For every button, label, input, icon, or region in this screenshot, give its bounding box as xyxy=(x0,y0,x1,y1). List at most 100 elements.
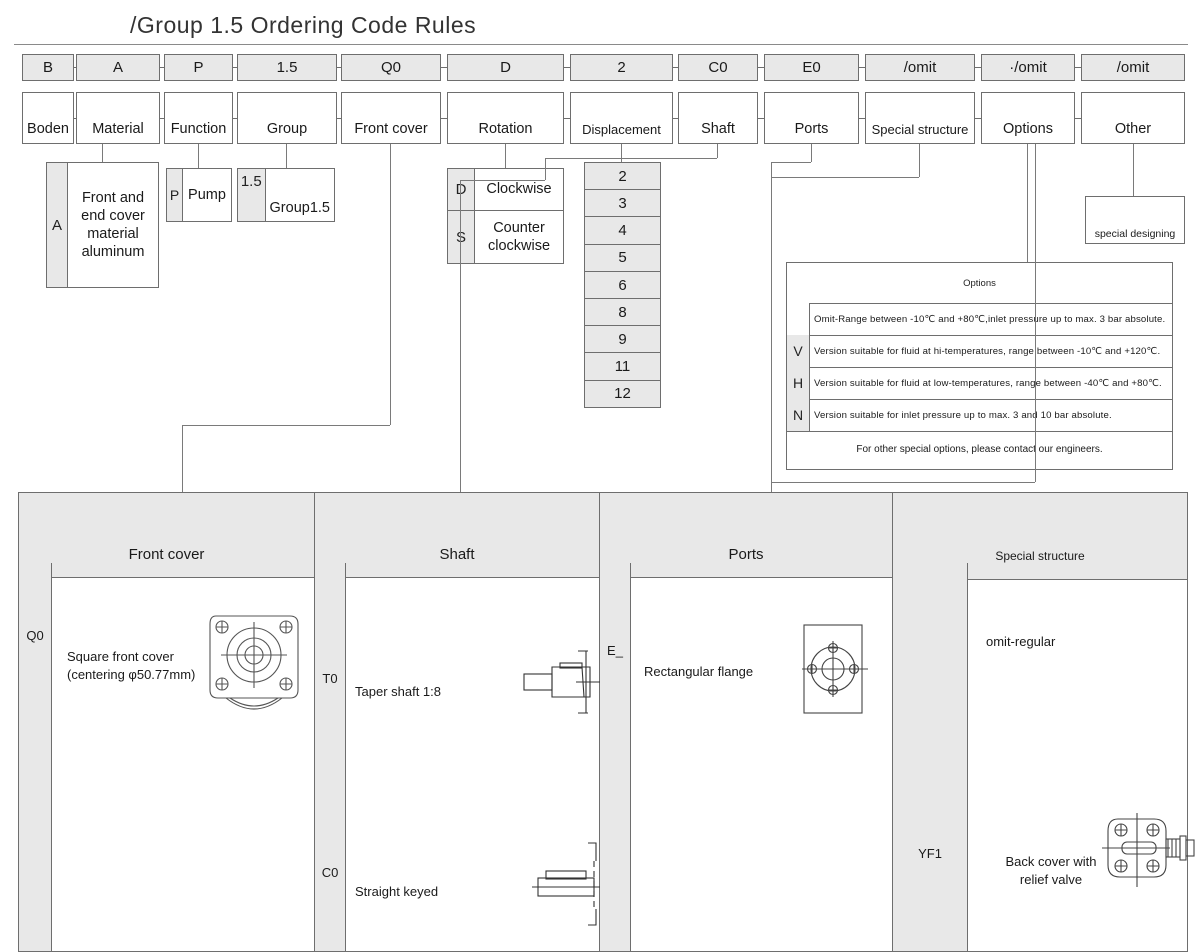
field-box-5[interactable]: Rotation xyxy=(447,92,564,144)
options-row-2: H Version suitable for fluid at low-temp… xyxy=(787,367,1172,400)
front-cover-key-column xyxy=(19,563,52,951)
special-designing-box: special designing xyxy=(1085,196,1185,244)
connector-segment-20 xyxy=(1027,144,1028,262)
connector-segment-3 xyxy=(505,144,506,168)
displacement-value-2[interactable]: 4 xyxy=(584,216,661,245)
code-box-8[interactable]: E0 xyxy=(764,54,859,81)
title-divider xyxy=(14,44,1188,45)
connector-segment-19 xyxy=(771,482,1035,483)
field-box-7[interactable]: Shaft xyxy=(678,92,758,144)
field-box-8[interactable]: Ports xyxy=(764,92,859,144)
displacement-value-8[interactable]: 12 xyxy=(584,380,661,409)
field-box-2[interactable]: Function xyxy=(164,92,233,144)
displacement-value-stack: 23456891112 xyxy=(584,162,661,408)
displacement-value-5[interactable]: 8 xyxy=(584,298,661,327)
field-box-9[interactable]: Special structure xyxy=(865,92,975,144)
connector-segment-0 xyxy=(102,144,103,162)
shaft-label-1: Straight keyed xyxy=(355,883,505,901)
options-row-1: V Version suitable for fluid at hi-tempe… xyxy=(787,335,1172,368)
field-box-10[interactable]: Options xyxy=(981,92,1075,144)
field-box-11[interactable]: Other xyxy=(1081,92,1185,144)
displacement-value-1[interactable]: 3 xyxy=(584,189,661,218)
rectangular-flange-drawing xyxy=(800,621,870,717)
section-header-ports: Ports xyxy=(600,493,892,578)
options-row-key-3: N xyxy=(787,399,810,431)
rotation-row-value-1: Counterclockwise xyxy=(475,211,563,263)
ports-key-0: E_ xyxy=(600,643,630,658)
code-box-11[interactable]: /omit xyxy=(1081,54,1185,81)
code-box-5[interactable]: D xyxy=(447,54,564,81)
connector-segment-9 xyxy=(545,158,717,159)
detail-panel: Front cover Q0 Square front cover(center… xyxy=(18,492,1188,952)
connector-segment-13 xyxy=(811,144,812,162)
connector-segment-17 xyxy=(771,177,919,178)
group-detail-value: Group1.5 xyxy=(266,169,334,221)
code-box-9[interactable]: /omit xyxy=(865,54,975,81)
options-row-key-1: V xyxy=(787,335,810,367)
options-row-text-1: Version suitable for fluid at hi-tempera… xyxy=(810,335,1172,367)
displacement-value-4[interactable]: 6 xyxy=(584,271,661,300)
function-detail-value: Pump xyxy=(183,169,231,221)
section-special-structure: Special structure omit-regular YF1 Back … xyxy=(893,493,1187,951)
options-table: Options Omit-Range between -10℃ and +80℃… xyxy=(786,262,1173,470)
options-row-text-2: Version suitable for fluid at low-temper… xyxy=(810,367,1172,399)
code-box-6[interactable]: 2 xyxy=(570,54,673,81)
special-structure-key-1: YF1 xyxy=(893,846,967,861)
connector-segment-14 xyxy=(771,162,811,163)
field-box-6[interactable]: Displacement xyxy=(570,92,673,144)
group-detail-table: 1.5 Group1.5 xyxy=(237,168,335,222)
rotation-row-key-1: S xyxy=(448,211,475,263)
rotation-detail-table: D Clockwise S Counterclockwise xyxy=(447,168,564,264)
options-row-key-0 xyxy=(787,303,810,335)
displacement-value-7[interactable]: 11 xyxy=(584,352,661,381)
displacement-value-3[interactable]: 5 xyxy=(584,244,661,273)
material-detail-table: A Front andend covermaterialaluminum xyxy=(46,162,159,288)
code-box-4[interactable]: Q0 xyxy=(341,54,441,81)
field-box-0[interactable]: Boden xyxy=(22,92,74,144)
code-box-3[interactable]: 1.5 xyxy=(237,54,337,81)
group-detail-key: 1.5 xyxy=(238,169,266,221)
front-cover-key-0: Q0 xyxy=(19,628,51,643)
code-box-7[interactable]: C0 xyxy=(678,54,758,81)
connector-segment-6 xyxy=(182,425,390,426)
special-structure-key-column xyxy=(893,563,968,951)
options-row-0: Omit-Range between -10℃ and +80℃,inlet p… xyxy=(787,303,1172,336)
field-box-4[interactable]: Front cover xyxy=(341,92,441,144)
section-shaft: Shaft T0 Taper shaft 1:8 C0 Straight key… xyxy=(315,493,599,951)
connector-segment-16 xyxy=(919,144,920,177)
displacement-value-6[interactable]: 9 xyxy=(584,325,661,354)
connector-segment-5 xyxy=(390,144,391,425)
rotation-row-key-0: D xyxy=(448,169,475,210)
connector-segment-1 xyxy=(198,144,199,168)
connector-segment-11 xyxy=(460,180,545,181)
options-row-text-0: Omit-Range between -10℃ and +80℃,inlet p… xyxy=(810,303,1172,335)
section-ports: Ports E_ Rectangular flange xyxy=(600,493,892,951)
displacement-value-0[interactable]: 2 xyxy=(584,162,661,191)
connector-segment-12 xyxy=(460,180,461,492)
shaft-label-0: Taper shaft 1:8 xyxy=(355,683,505,701)
back-cover-relief-valve-drawing xyxy=(1098,805,1198,895)
code-box-1[interactable]: A xyxy=(76,54,160,81)
taper-shaft-drawing xyxy=(520,643,610,728)
page-title: /Group 1.5 Ordering Code Rules xyxy=(130,8,730,42)
function-detail-key: P xyxy=(167,169,183,221)
field-box-3[interactable]: Group xyxy=(237,92,337,144)
function-detail-table: P Pump xyxy=(166,168,232,222)
material-detail-value: Front andend covermaterialaluminum xyxy=(68,163,158,287)
options-table-title: Options xyxy=(787,263,1172,304)
shaft-key-column xyxy=(315,563,346,951)
connector-segment-10 xyxy=(545,158,546,180)
code-box-0[interactable]: B xyxy=(22,54,74,81)
code-box-2[interactable]: P xyxy=(164,54,233,81)
field-box-1[interactable]: Material xyxy=(76,92,160,144)
options-row-text-3: Version suitable for inlet pressure up t… xyxy=(810,399,1172,431)
options-row-3: N Version suitable for inlet pressure up… xyxy=(787,399,1172,432)
section-front-cover: Front cover Q0 Square front cover(center… xyxy=(19,493,314,951)
section-header-shaft: Shaft xyxy=(315,493,599,578)
shaft-key-1: C0 xyxy=(315,865,345,880)
connector-segment-8 xyxy=(717,144,718,158)
section-header-front-cover: Front cover xyxy=(19,493,314,578)
material-detail-key: A xyxy=(47,163,68,287)
connector-segment-15 xyxy=(771,162,772,492)
code-box-10[interactable]: ·/omit xyxy=(981,54,1075,81)
